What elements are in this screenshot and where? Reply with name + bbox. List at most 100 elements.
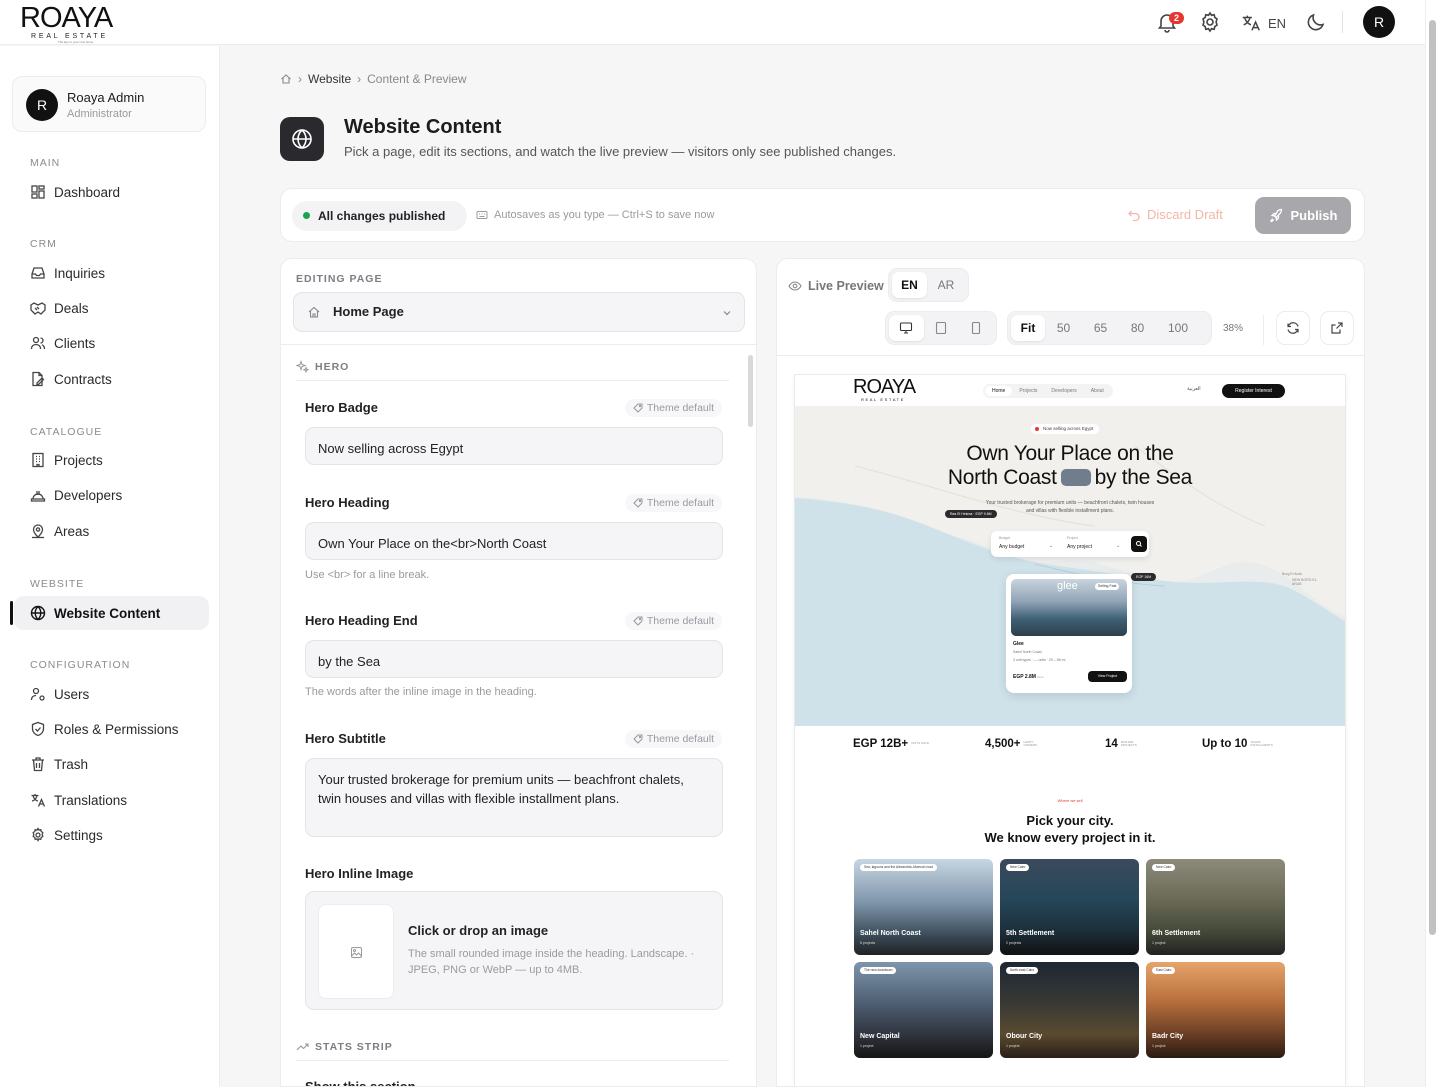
section-title: STATS STRIP (315, 1040, 393, 1053)
refresh-preview-button[interactable] (1276, 311, 1310, 345)
sidebar-item-translations[interactable]: Translations (14, 783, 209, 817)
sidebar-item-contracts[interactable]: Contracts (14, 362, 209, 396)
preview-stat-value: 4,500+ (985, 738, 1021, 750)
user-avatar[interactable]: R (1363, 6, 1395, 38)
editor-scrollbar[interactable] (748, 355, 753, 427)
preview-city-tile[interactable]: East Cairo Badr City 1 project (1146, 962, 1285, 1058)
zoom-option-50[interactable]: 50 (1045, 315, 1082, 341)
open-external-button[interactable] (1320, 311, 1354, 345)
preview-city-name: Badr City (1152, 1033, 1184, 1040)
chevron-down-icon: ⌄ (1049, 543, 1054, 549)
sidebar-user-card[interactable]: R Roaya Admin Administrator (12, 76, 206, 132)
tablet-device-button[interactable] (924, 315, 959, 341)
preview-lang-en[interactable]: EN (892, 272, 927, 298)
page-scrollbar-thumb[interactable] (1429, 20, 1436, 935)
site-preview-frame[interactable]: ROAYA REAL ESTATE Home Projects Developer… (795, 375, 1345, 1086)
preview-city-tile[interactable]: Sea, lagoons and the Alexandria–Matrouh … (854, 859, 993, 955)
preview-cities-title-line-1: Pick your city. (1026, 813, 1114, 828)
preview-site-nav: ROAYA REAL ESTATE Home Projects Developer… (795, 375, 1345, 406)
hero-badge-input[interactable]: Now selling across Egypt (305, 427, 723, 465)
zoom-option-65[interactable]: 65 (1082, 315, 1119, 341)
monitor-icon (900, 322, 913, 334)
hero-heading-end-input[interactable]: by the Sea (305, 640, 723, 678)
preview-card-button[interactable]: View Project (1088, 671, 1127, 682)
theme-default-button[interactable]: Theme default (624, 494, 722, 512)
sidebar-item-projects[interactable]: Projects (14, 443, 209, 477)
zoom-option-fit[interactable]: Fit (1011, 315, 1045, 341)
sidebar-item-areas[interactable]: Areas (14, 514, 209, 548)
undo-icon (1128, 210, 1140, 221)
preview-search-button[interactable] (1131, 536, 1147, 552)
sidebar-item-dashboard[interactable]: Dashboard (14, 175, 209, 209)
page-select[interactable]: Home Page (293, 292, 745, 332)
desktop-device-button[interactable] (889, 315, 924, 341)
external-link-icon (1331, 322, 1343, 334)
eye-icon (788, 281, 802, 291)
tablet-icon (935, 321, 947, 335)
preview-city-tile[interactable]: The new downtown New Capital 1 project (854, 962, 993, 1058)
discard-draft-button[interactable]: Discard Draft (1127, 207, 1223, 222)
sidebar-item-deals[interactable]: Deals (14, 291, 209, 325)
sidebar-item-inquiries[interactable]: Inquiries (14, 256, 209, 290)
preview-city-tile[interactable]: New Cairo 5th Settlement 2 projects (1000, 859, 1139, 955)
hero-heading-input[interactable]: Own Your Place on the<br>North Coast (305, 522, 723, 560)
brand-logo[interactable]: ROAYA REAL ESTATE The key to your new ho… (20, 3, 130, 44)
search-icon (1136, 541, 1142, 547)
sidebar-item-developers[interactable]: Developers (14, 478, 209, 512)
mobile-device-button[interactable] (958, 315, 993, 341)
theme-default-button[interactable]: Theme default (624, 612, 722, 630)
status-dot (303, 212, 310, 219)
preview-map-tag[interactable]: Ras El Hekma · EGP 9.6M (945, 510, 997, 518)
image-dropzone[interactable]: Click or drop an image The small rounded… (305, 891, 723, 1010)
preview-card-price-note: from (1037, 675, 1044, 679)
preview-hero-heading-line-2: North Coast by the Sea (795, 466, 1345, 490)
sidebar-item-website-content[interactable]: Website Content (14, 596, 209, 630)
page-select-value: Home Page (333, 304, 404, 319)
theme-default-button[interactable]: Theme default (624, 730, 722, 748)
hero-subtitle-textarea[interactable]: Your trusted brokerage for premium units… (305, 758, 723, 837)
show-section-label: Show this section (305, 1079, 416, 1087)
page-subtitle: Pick a page, edit its sections, and watc… (344, 144, 897, 159)
sidebar-item-settings[interactable]: Settings (14, 818, 209, 852)
preview-hero-badge: Now selling across Egypt (1031, 424, 1100, 434)
section-header-hero: HERO (296, 360, 349, 373)
publish-button[interactable]: Publish (1255, 197, 1351, 234)
preview-lang-switch[interactable]: العربية (1187, 386, 1201, 392)
keyboard-icon (476, 211, 488, 219)
preview-nav-developers[interactable]: Developers (1044, 386, 1083, 396)
editing-page-label: EDITING PAGE (296, 273, 383, 285)
zoom-option-100[interactable]: 100 (1156, 315, 1200, 341)
breadcrumb-website[interactable]: Website (308, 72, 351, 86)
sidebar-item-users[interactable]: Users (14, 677, 209, 711)
preview-city-tag: Sea, lagoons and the Alexandria–Matrouh … (860, 864, 937, 871)
gear-icon[interactable] (1198, 10, 1222, 34)
preview-map-tag[interactable]: EGP 16M (1131, 573, 1157, 581)
preview-nav-home[interactable]: Home (985, 386, 1013, 396)
preview-city-count: 8 projects (860, 941, 876, 945)
preview-city-tile[interactable]: New Cairo 6th Settlement 1 project (1146, 859, 1285, 955)
sidebar-item-label: Projects (54, 453, 103, 468)
sidebar: R Roaya Admin Administrator MAIN Dashboa… (0, 46, 220, 1087)
language-switcher[interactable]: EN (1240, 11, 1286, 35)
preview-city-tile[interactable]: North-east Cairo Obour City 1 project (1000, 962, 1139, 1058)
preview-lang-ar[interactable]: AR (927, 272, 965, 298)
moon-icon[interactable] (1304, 10, 1328, 34)
avatar: R (26, 89, 58, 121)
user-name: Roaya Admin (67, 90, 145, 105)
contract-icon (30, 371, 46, 387)
brand-sub: REAL ESTATE (31, 33, 108, 40)
preview-search-project[interactable]: Any project (1067, 544, 1092, 550)
zoom-option-80[interactable]: 80 (1119, 315, 1156, 341)
preview-card-title: Glee (1013, 641, 1024, 647)
preview-search-budget[interactable]: Any budget (999, 544, 1024, 550)
sidebar-section-catalogue: CATALOGUE (30, 426, 103, 438)
preview-nav-projects[interactable]: Projects (1012, 386, 1044, 396)
home-icon[interactable] (280, 73, 292, 85)
sidebar-item-roles[interactable]: Roles & Permissions (14, 712, 209, 746)
theme-default-button[interactable]: Theme default (624, 399, 722, 417)
preview-register-button[interactable]: Register Interest (1222, 384, 1285, 398)
preview-project-card[interactable]: glee Selling Fast Glee Sahel North Coast… (1006, 574, 1132, 693)
sidebar-item-trash[interactable]: Trash (14, 747, 209, 781)
preview-nav-about[interactable]: About (1084, 386, 1111, 396)
sidebar-item-clients[interactable]: Clients (14, 326, 209, 360)
